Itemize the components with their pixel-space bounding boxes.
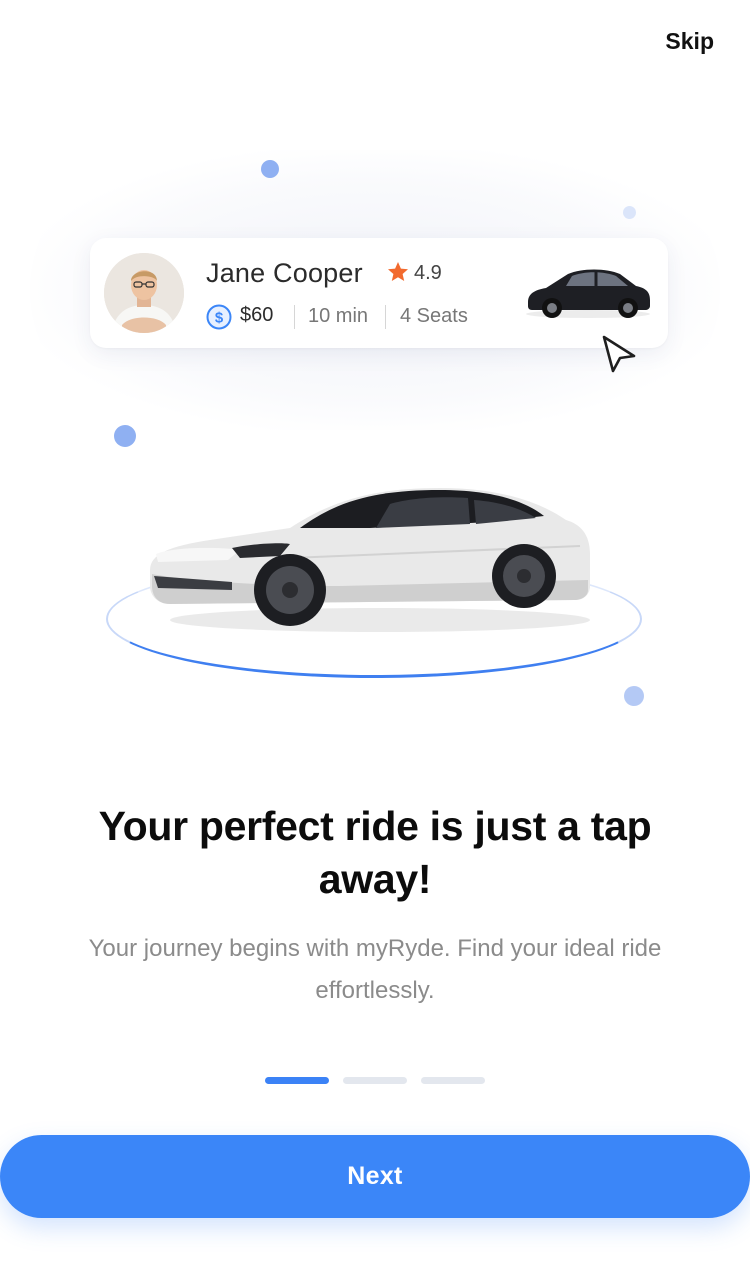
decor-dot (624, 686, 644, 706)
ride-price: $60 (240, 304, 274, 326)
page-indicator-segment[interactable] (343, 1077, 407, 1084)
page-indicator-active[interactable] (265, 1077, 329, 1084)
decor-dot (261, 160, 279, 178)
ride-duration: 10 min (308, 305, 369, 327)
divider (385, 305, 386, 329)
car-thumbnail (522, 262, 654, 327)
driver-rating: 4.9 (414, 262, 442, 284)
page-indicator-segment[interactable] (421, 1077, 485, 1084)
driver-name: Jane Cooper (206, 258, 363, 288)
decor-dot (114, 425, 136, 447)
driver-card[interactable]: Jane Cooper 4.9 $ $60 10 min 4 Seats (90, 238, 668, 348)
star-icon (386, 260, 410, 289)
divider (294, 305, 295, 329)
onboarding-headline: Your perfect ride is just a tap away! (98, 803, 652, 902)
car-image (140, 462, 600, 647)
dollar-coin-icon: $ (206, 304, 232, 335)
decor-dot (623, 206, 636, 219)
ride-seats: 4 Seats (400, 305, 468, 327)
svg-text:$: $ (215, 310, 224, 327)
onboarding-description: Your journey begins with myRyde. Find yo… (88, 935, 662, 1004)
cursor-arrow-icon (600, 334, 638, 379)
next-button[interactable]: Next (0, 1135, 750, 1218)
avatar (104, 253, 184, 333)
skip-button[interactable]: Skip (665, 28, 714, 55)
